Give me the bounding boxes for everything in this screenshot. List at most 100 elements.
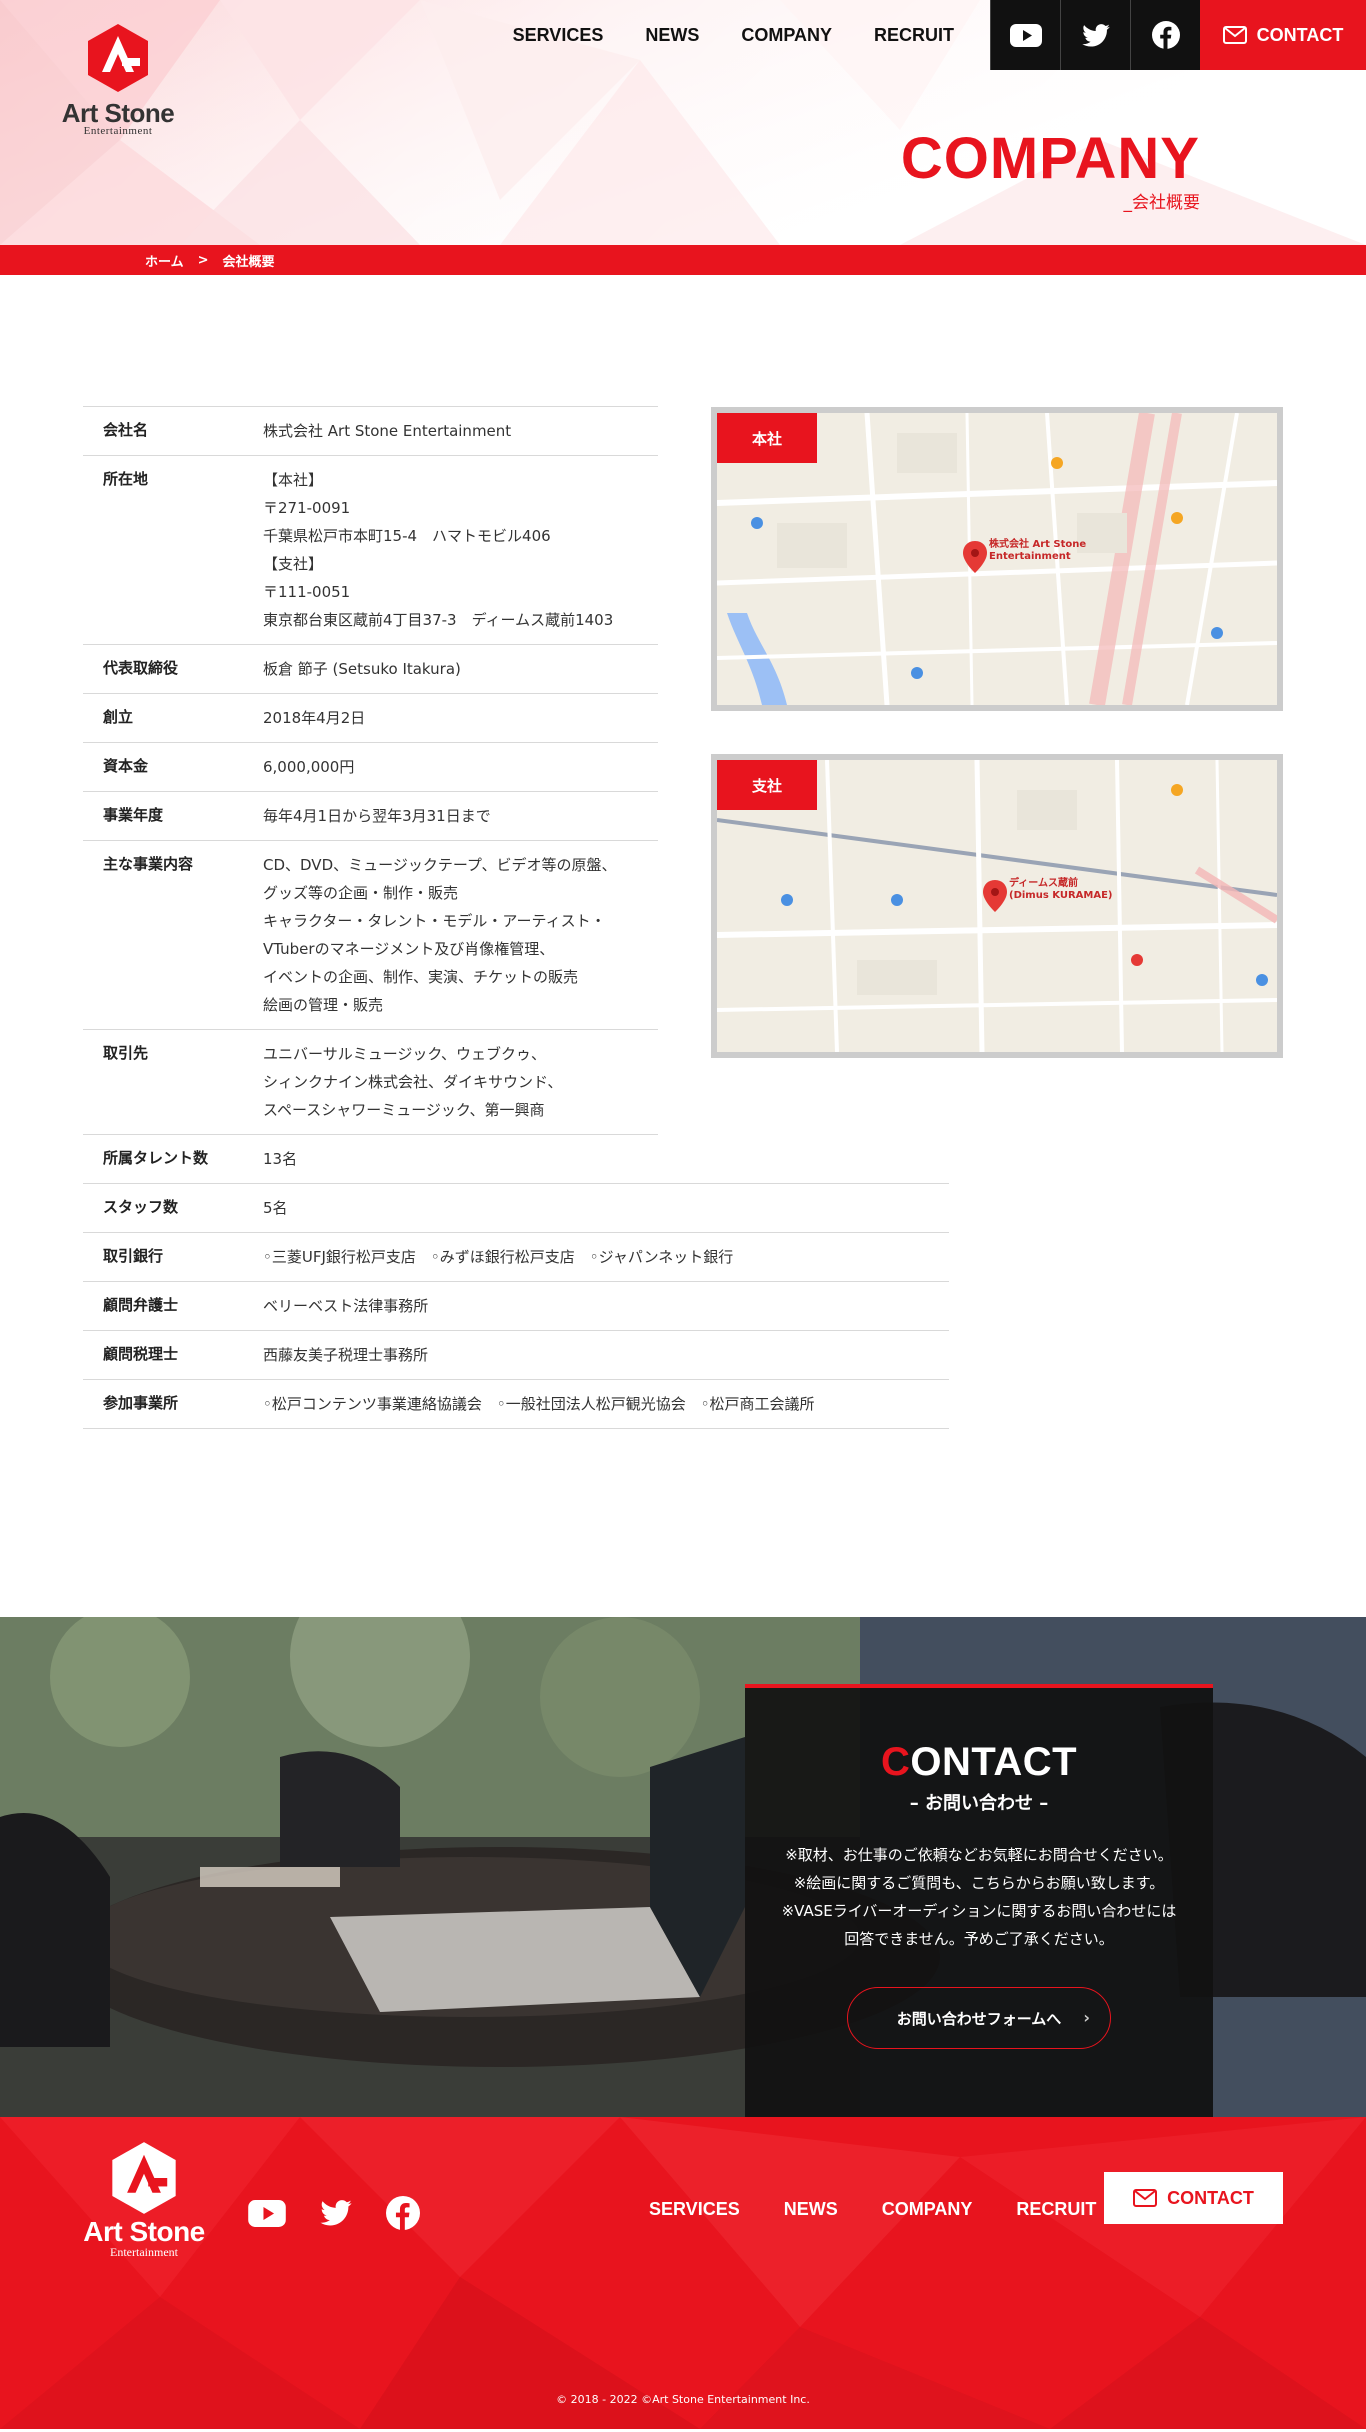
row-value: 5名 xyxy=(263,1199,288,1217)
footer-nav-company[interactable]: COMPANY xyxy=(882,2199,973,2220)
contact-notes: ※取材、お仕事のご依頼などお気軽にお問合せください。 ※絵画に関するご質問も、こ… xyxy=(781,1846,1177,1948)
row-label: 顧問税理士 xyxy=(103,1345,179,1363)
row-label: 主な事業内容 xyxy=(103,855,194,873)
row-value: 6,000,000円 xyxy=(263,758,355,776)
row-value: 13名 xyxy=(263,1150,298,1168)
contact-form-button[interactable]: お問い合わせフォームへ › xyxy=(847,1987,1111,2049)
breadcrumb: ホーム > 会社概要 xyxy=(0,245,1366,275)
row-value: CD、DVD、ミュージックテープ、ビデオ等の原盤、 グッズ等の企画・制作・販売 … xyxy=(263,856,617,1014)
footer-logo[interactable]: Art Stone Entertainment xyxy=(82,2140,206,2258)
footer-logo-name: Art Stone xyxy=(83,2216,205,2247)
top-navigation: SERVICES NEWS COMPANY RECRUIT CONTACT xyxy=(513,0,1366,70)
contact-form-button-label: お問い合わせフォームへ xyxy=(896,2009,1062,2028)
site-logo[interactable]: Art Stone Entertainment xyxy=(58,22,178,137)
chevron-right-icon: › xyxy=(1083,2008,1090,2027)
row-label: 取引先 xyxy=(103,1044,149,1062)
header-contact-button[interactable]: CONTACT xyxy=(1200,0,1366,70)
row-value: 株式会社 Art Stone Entertainment xyxy=(263,422,512,440)
logo-hexagon-icon xyxy=(112,2142,176,2214)
nav-company[interactable]: COMPANY xyxy=(741,25,832,46)
copyright: © 2018 - 2022 ©Art Stone Entertainment I… xyxy=(556,2393,810,2406)
row-value: ◦三菱UFJ銀行松戸支店 ◦みずほ銀行松戸支店 ◦ジャパンネット銀行 xyxy=(263,1248,734,1266)
facebook-button[interactable] xyxy=(1130,0,1200,70)
row-label: 代表取締役 xyxy=(103,659,179,677)
row-value: 【本社】 〒271-0091 千葉県松戸市本町15-4 ハマトモビル406 【支… xyxy=(263,471,614,629)
nav-recruit[interactable]: RECRUIT xyxy=(874,25,954,46)
row-label: 創立 xyxy=(103,708,134,726)
breadcrumb-current: 会社概要 xyxy=(222,254,275,270)
company-section: 会社名 株式会社 Art Stone Entertainment 所在地 【本社… xyxy=(0,275,1366,1617)
youtube-icon[interactable] xyxy=(248,2199,286,2227)
map-pin-label: ディームス蔵前 (Dimus KURAMAE) xyxy=(1009,878,1113,901)
row-label: 所属タレント数 xyxy=(103,1149,209,1167)
table-row: 主な事業内容 CD、DVD、ミュージックテープ、ビデオ等の原盤、 グッズ等の企画… xyxy=(83,840,658,1029)
row-label: 所在地 xyxy=(103,470,149,488)
twitter-icon xyxy=(1081,23,1110,47)
map-pin-label: 株式会社 Art Stone Entertainment xyxy=(989,539,1087,562)
table-row: 取引先 ユニバーサルミュージック、ウェブクゥ、 シィンクナイン株式会社、ダイキサ… xyxy=(83,1029,658,1134)
header-contact-label: CONTACT xyxy=(1256,24,1344,45)
site-footer: Art Stone Entertainment SERVICES NEWS CO… xyxy=(0,2117,1366,2429)
facebook-icon xyxy=(1151,21,1180,49)
table-row: 創立 2018年4月2日 xyxy=(83,693,658,742)
breadcrumb-home[interactable]: ホーム xyxy=(145,251,184,270)
row-label: 顧問弁護士 xyxy=(103,1296,179,1314)
row-label: 資本金 xyxy=(103,757,149,775)
footer-contact-button[interactable]: CONTACT xyxy=(1104,2172,1283,2224)
page-title: COMPANY _会社概要 xyxy=(900,126,1201,214)
table-row: 会社名 株式会社 Art Stone Entertainment xyxy=(83,406,658,455)
table-row: 事業年度 毎年4月1日から翌年3月31日まで xyxy=(83,791,658,840)
row-label: スタッフ数 xyxy=(103,1198,179,1216)
logo-hexagon-icon xyxy=(88,24,148,92)
facebook-icon[interactable] xyxy=(386,2196,420,2230)
contact-box: CONTACT – お問い合わせ – ※取材、お仕事のご依頼などお気軽にお問合せ… xyxy=(745,1684,1213,2117)
table-row: 所在地 【本社】 〒271-0091 千葉県松戸市本町15-4 ハマトモビル40… xyxy=(83,455,658,644)
map-tag-branch: 支社 xyxy=(717,760,817,810)
row-value: 西藤友美子税理士事務所 xyxy=(263,1346,429,1364)
page-title-jp: _会社概要 xyxy=(1123,193,1201,213)
mail-icon xyxy=(1222,26,1247,44)
footer-logo-subtitle: Entertainment xyxy=(110,2245,178,2259)
twitter-button[interactable] xyxy=(1060,0,1130,70)
footer-contact-label: CONTACT xyxy=(1167,2187,1254,2208)
row-value: 毎年4月1日から翌年3月31日まで xyxy=(263,807,491,825)
table-row: 資本金 6,000,000円 xyxy=(83,742,658,791)
table-row: 代表取締役 板倉 節子 (Setsuko Itakura) xyxy=(83,644,658,693)
page-header: Art Stone Entertainment SERVICES NEWS CO… xyxy=(0,0,1366,245)
twitter-icon[interactable] xyxy=(320,2200,352,2226)
table-row: 顧問弁護士 ベリーベスト法律事務所 xyxy=(83,1281,949,1330)
table-row: 取引銀行 ◦三菱UFJ銀行松戸支店 ◦みずほ銀行松戸支店 ◦ジャパンネット銀行 xyxy=(83,1232,949,1281)
row-label: 取引銀行 xyxy=(103,1247,164,1265)
row-value: ベリーベスト法律事務所 xyxy=(263,1297,429,1315)
row-label: 参加事業所 xyxy=(103,1394,179,1412)
footer-social xyxy=(248,2196,420,2230)
table-row: 顧問税理士 西藤友美子税理士事務所 xyxy=(83,1330,949,1379)
table-row: 参加事業所 ◦松戸コンテンツ事業連絡協議会 ◦一般社団法人松戸観光協会 ◦松戸商… xyxy=(83,1379,949,1429)
map-headquarters[interactable]: 本社 株式会社 Art Stone Entertainment xyxy=(711,407,1283,711)
row-value: 板倉 節子 (Setsuko Itakura) xyxy=(263,660,461,678)
contact-section: CONTACT – お問い合わせ – ※取材、お仕事のご依頼などお気軽にお問合せ… xyxy=(0,1617,1366,2117)
youtube-icon xyxy=(1009,23,1042,47)
nav-services[interactable]: SERVICES xyxy=(513,25,604,46)
page-title-en: COMPANY xyxy=(900,126,1200,191)
footer-nav-services[interactable]: SERVICES xyxy=(649,2199,740,2220)
footer-navigation: SERVICES NEWS COMPANY RECRUIT xyxy=(649,2199,1096,2220)
row-value: ◦松戸コンテンツ事業連絡協議会 ◦一般社団法人松戸観光協会 ◦松戸商工会議所 xyxy=(263,1395,815,1413)
map-tag-headquarters: 本社 xyxy=(717,413,817,463)
row-label: 事業年度 xyxy=(103,806,164,824)
logo-name: Art Stone xyxy=(61,98,175,128)
map-branch[interactable]: 支社 ディームス蔵前 (Dimus KURAMAE) xyxy=(711,754,1283,1058)
nav-news[interactable]: NEWS xyxy=(645,25,699,46)
contact-heading: CONTACT xyxy=(880,1740,1078,1784)
row-value: 2018年4月2日 xyxy=(263,709,366,727)
contact-subheading: – お問い合わせ – xyxy=(909,1793,1049,1814)
youtube-button[interactable] xyxy=(990,0,1060,70)
table-row: スタッフ数 5名 xyxy=(83,1183,949,1232)
row-label: 会社名 xyxy=(103,421,149,439)
mail-icon xyxy=(1133,2189,1158,2207)
footer-nav-news[interactable]: NEWS xyxy=(784,2199,838,2220)
row-value: ユニバーサルミュージック、ウェブクゥ、 シィンクナイン株式会社、ダイキサウンド、… xyxy=(263,1045,563,1119)
breadcrumb-separator-icon: > xyxy=(197,252,209,268)
table-row: 所属タレント数 13名 xyxy=(83,1134,658,1183)
footer-nav-recruit[interactable]: RECRUIT xyxy=(1016,2199,1096,2220)
